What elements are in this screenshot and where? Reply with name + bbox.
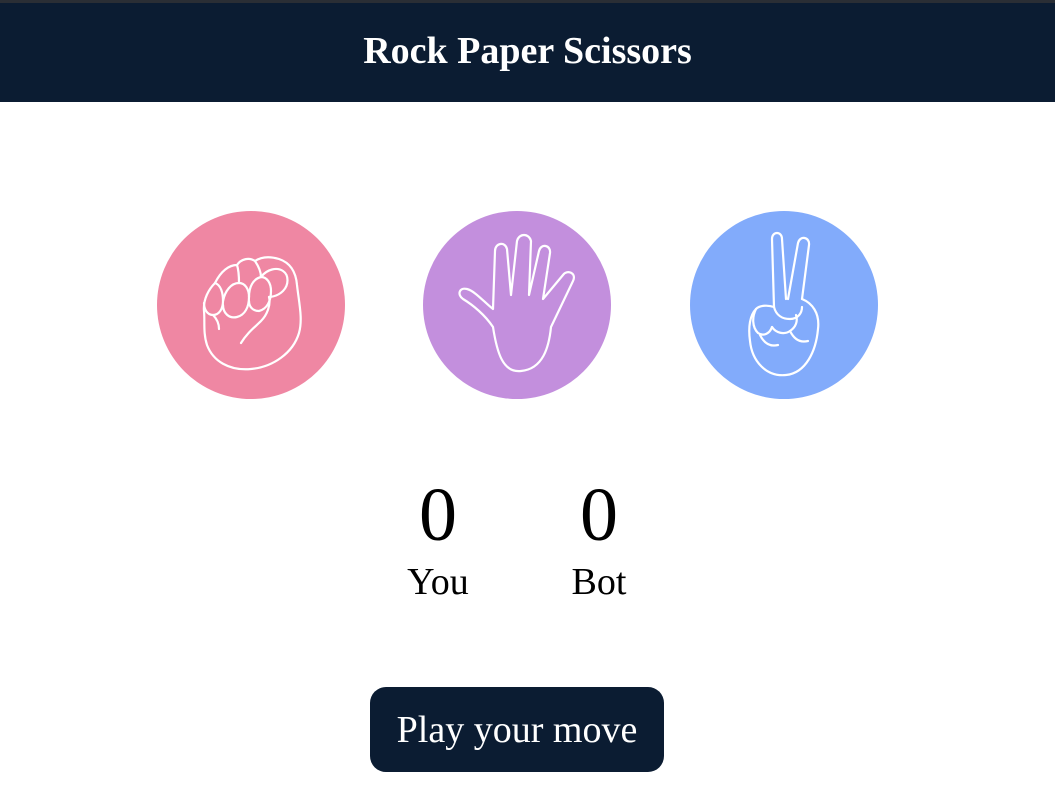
paper-choice-button[interactable]	[423, 211, 611, 399]
score-bot-value: 0	[580, 473, 618, 557]
score-bot-label: Bot	[571, 561, 627, 603]
scissors-circle	[690, 211, 878, 399]
score-you: 0 You	[378, 472, 498, 604]
rock-circle	[157, 211, 345, 399]
score-you-label: You	[407, 561, 469, 603]
open-hand-icon	[423, 211, 611, 399]
scissors-choice-button[interactable]	[690, 211, 878, 399]
rock-choice-button[interactable]	[157, 211, 345, 399]
app-header: Rock Paper Scissors	[0, 3, 1055, 102]
score-you-value: 0	[419, 473, 457, 557]
peace-sign-icon	[690, 211, 878, 399]
page-title: Rock Paper Scissors	[363, 30, 692, 72]
score-bot: 0 Bot	[539, 472, 659, 604]
fist-icon	[157, 211, 345, 399]
play-move-button[interactable]: Play your move	[370, 687, 664, 772]
